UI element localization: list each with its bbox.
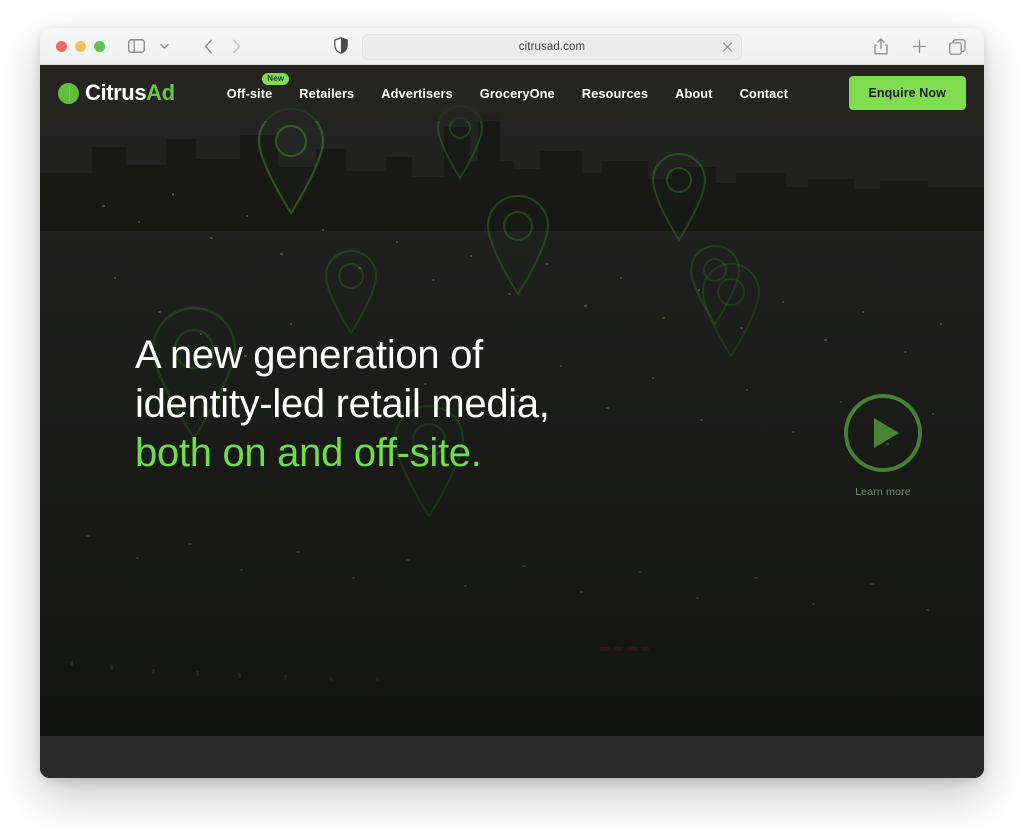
page-viewport: CitrusAd Off-site New Retailers Advertis…	[40, 65, 984, 778]
nav-label: Off-site	[226, 85, 273, 101]
chevron-down-icon[interactable]	[151, 34, 177, 58]
back-chevron-icon[interactable]	[195, 34, 221, 58]
logo-accent-text: Ad	[146, 80, 175, 105]
enquire-now-button[interactable]: Enquire Now	[848, 76, 966, 110]
new-badge: New	[262, 72, 290, 85]
page-bottom-strip	[40, 736, 984, 778]
forward-chevron-icon[interactable]	[223, 34, 249, 58]
browser-window: citrusad.com CitrusAd Off-site New Retai…	[40, 28, 984, 778]
toolbar-right-controls	[868, 28, 970, 65]
tabs-overview-icon[interactable]	[944, 35, 970, 59]
screenshot-root: citrusad.com CitrusAd Off-site New Retai…	[0, 0, 1024, 829]
nav-item-groceryone[interactable]: GroceryOne	[480, 86, 555, 101]
window-traffic-lights	[56, 40, 105, 52]
nav-item-resources[interactable]: Resources	[582, 86, 648, 101]
toolbar-left-controls	[123, 34, 249, 58]
logo-primary-text: Citrus	[85, 80, 147, 105]
zoom-window-button[interactable]	[94, 40, 105, 52]
logo-circle-icon	[58, 82, 79, 104]
hero-copy: A new generation of identity-led retail …	[135, 331, 550, 478]
play-triangle-icon	[874, 418, 899, 448]
hero-headline: A new generation of identity-led retail …	[135, 331, 550, 478]
hero-section: CitrusAd Off-site New Retailers Advertis…	[40, 65, 984, 773]
site-header: CitrusAd Off-site New Retailers Advertis…	[40, 65, 984, 121]
site-logo[interactable]: CitrusAd	[58, 82, 175, 104]
headline-line-3: both on and off-site.	[135, 431, 482, 475]
plus-icon[interactable]	[906, 35, 932, 59]
address-bar[interactable]: citrusad.com	[362, 34, 742, 60]
headline-line-1: A new generation of	[135, 333, 483, 377]
url-text: citrusad.com	[518, 41, 586, 53]
learn-more-label[interactable]: Learn more	[804, 486, 962, 498]
headline-line-2: identity-led retail media,	[135, 382, 550, 426]
main-navigation: Off-site New Retailers Advertisers Groce…	[226, 72, 788, 101]
close-window-button[interactable]	[56, 40, 67, 52]
share-icon[interactable]	[868, 35, 894, 59]
nav-item-retailers[interactable]: Retailers	[299, 86, 354, 101]
privacy-shield-icon[interactable]	[334, 37, 348, 59]
clear-url-icon[interactable]	[721, 41, 734, 54]
nav-item-advertisers[interactable]: Advertisers	[381, 86, 453, 101]
learn-more-block: Learn more	[804, 394, 962, 498]
nav-item-about[interactable]: About	[675, 86, 712, 101]
sidebar-icon[interactable]	[123, 34, 149, 58]
play-icon[interactable]	[844, 394, 922, 472]
browser-toolbar: citrusad.com	[40, 28, 984, 65]
minimize-window-button[interactable]	[75, 40, 86, 52]
nav-item-contact[interactable]: Contact	[740, 86, 788, 101]
nav-item-off-site[interactable]: Off-site New	[226, 72, 290, 101]
